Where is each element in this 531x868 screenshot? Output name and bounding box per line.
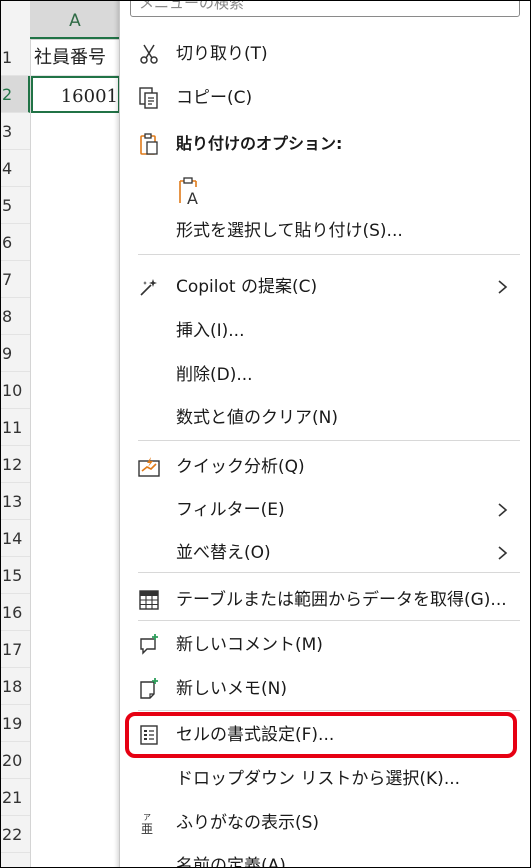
row-header[interactable]: 3 <box>1 113 30 150</box>
column-header-a[interactable]: A <box>30 1 120 39</box>
row-header[interactable]: 12 <box>1 446 30 483</box>
row-header[interactable]: 21 <box>1 779 30 816</box>
menu-item-label: テーブルまたは範囲からデータを取得(G)... <box>176 590 507 610</box>
cell-a2[interactable]: 16001 <box>31 76 120 113</box>
row-header[interactable]: 11 <box>1 409 30 446</box>
menu-item-new-comment[interactable]: 新しいコメント(M) <box>120 623 530 667</box>
menu-item-clear-contents[interactable]: 数式と値のクリア(N) <box>120 396 530 440</box>
screenshot-frame: A 1 2 3 4 5 6 7 8 9 10 11 12 13 14 15 16… <box>0 0 531 868</box>
column-a-cells: 社員番号 16001 <box>31 39 120 867</box>
menu-item-new-note[interactable]: 新しいメモ(N) <box>120 667 530 711</box>
menu-item-label: Copilot の提案(C) <box>176 277 318 297</box>
clipboard-icon <box>137 132 161 156</box>
svg-text:亜: 亜 <box>141 822 153 835</box>
row-header[interactable]: 8 <box>1 298 30 335</box>
menu-item-quick-analysis[interactable]: クイック分析(Q) <box>120 445 530 489</box>
row-header[interactable]: 5 <box>1 187 30 224</box>
cell-a1[interactable]: 社員番号 <box>31 39 120 76</box>
row-header[interactable]: 13 <box>1 483 30 520</box>
menu-item-insert[interactable]: 挿入(I)... <box>120 309 530 353</box>
svg-text:A: A <box>187 189 198 207</box>
row-header[interactable]: 18 <box>1 668 30 705</box>
menu-separator <box>138 572 520 573</box>
svg-text:ア: ア <box>143 813 151 822</box>
chevron-right-icon <box>496 500 510 520</box>
row-header[interactable]: 4 <box>1 150 30 187</box>
menu-item-label: ドロップダウン リストから選択(K)... <box>176 769 461 789</box>
menu-item-label: コピー(C) <box>176 88 253 108</box>
table-icon <box>137 588 161 612</box>
chevron-right-icon <box>496 543 510 563</box>
chevron-right-icon <box>496 277 510 297</box>
menu-item-label: 挿入(I)... <box>176 321 245 341</box>
row-header[interactable]: 2 <box>1 76 30 113</box>
menu-separator <box>138 440 520 441</box>
menu-item-delete[interactable]: 削除(D)... <box>120 353 530 397</box>
context-menu: メニューの検索 切り取り(T) コピー(C) 貼り付けのオプション: A 形式を… <box>119 1 530 868</box>
menu-item-show-phonetic[interactable]: ア 亜 ふりがなの表示(S) <box>120 801 530 845</box>
highlight-box <box>125 712 517 758</box>
menu-separator <box>138 254 520 255</box>
paste-options-header: 貼り付けのオプション: <box>120 122 530 166</box>
phonetic-icon: ア 亜 <box>137 811 161 836</box>
quick-analysis-icon <box>137 455 161 479</box>
menu-item-cut[interactable]: 切り取り(T) <box>120 32 530 76</box>
sparkle-wand-icon <box>137 275 161 299</box>
paste-text-only-icon: A <box>177 175 205 208</box>
menu-item-label: ふりがなの表示(S) <box>176 813 320 833</box>
row-header[interactable]: 19 <box>1 705 30 742</box>
menu-item-label: 数式と値のクリア(N) <box>176 408 338 428</box>
new-comment-icon <box>137 633 161 657</box>
menu-item-sort[interactable]: 並べ替え(O) <box>120 531 530 575</box>
menu-item-pick-from-dropdown[interactable]: ドロップダウン リストから選択(K)... <box>120 757 530 801</box>
menu-search-input[interactable]: メニューの検索 <box>130 1 520 17</box>
row-header[interactable]: 20 <box>1 742 30 779</box>
menu-item-label: 名前の定義(A)... <box>176 856 303 868</box>
row-header[interactable]: 15 <box>1 557 30 594</box>
row-header[interactable]: 16 <box>1 594 30 631</box>
menu-item-label: フィルター(E) <box>176 500 285 520</box>
new-note-icon <box>137 677 161 701</box>
menu-item-filter[interactable]: フィルター(E) <box>120 488 530 532</box>
menu-item-copilot[interactable]: Copilot の提案(C) <box>120 265 530 309</box>
menu-item-label: 新しいメモ(N) <box>176 679 287 699</box>
row-header[interactable]: 1 <box>1 39 30 76</box>
menu-item-paste-special[interactable]: 形式を選択して貼り付け(S)... <box>120 209 530 253</box>
paste-option-text-only[interactable]: A <box>120 169 530 213</box>
row-header[interactable]: 7 <box>1 261 30 298</box>
menu-item-label: 並べ替え(O) <box>176 543 271 563</box>
menu-separator <box>138 620 520 621</box>
menu-item-label: クイック分析(Q) <box>176 457 305 477</box>
menu-item-define-name[interactable]: 名前の定義(A)... <box>120 844 530 868</box>
row-header[interactable]: 10 <box>1 372 30 409</box>
paste-options-label: 貼り付けのオプション: <box>176 134 343 153</box>
menu-item-label: 形式を選択して貼り付け(S)... <box>176 221 403 241</box>
menu-item-get-data-from-table[interactable]: テーブルまたは範囲からデータを取得(G)... <box>120 578 530 622</box>
row-header[interactable]: 9 <box>1 335 30 372</box>
row-header[interactable]: 17 <box>1 631 30 668</box>
row-header[interactable]: 6 <box>1 224 30 261</box>
menu-item-copy[interactable]: コピー(C) <box>120 76 530 120</box>
row-header[interactable]: 22 <box>1 816 30 853</box>
menu-separator <box>138 710 520 711</box>
menu-item-label: 切り取り(T) <box>176 44 268 64</box>
copy-icon <box>137 86 161 110</box>
row-header[interactable]: 14 <box>1 520 30 557</box>
scissors-icon <box>137 42 161 66</box>
menu-item-label: 新しいコメント(M) <box>176 635 323 655</box>
menu-item-label: 削除(D)... <box>176 365 253 385</box>
row-headers: 1 2 3 4 5 6 7 8 9 10 11 12 13 14 15 16 1… <box>1 39 31 867</box>
